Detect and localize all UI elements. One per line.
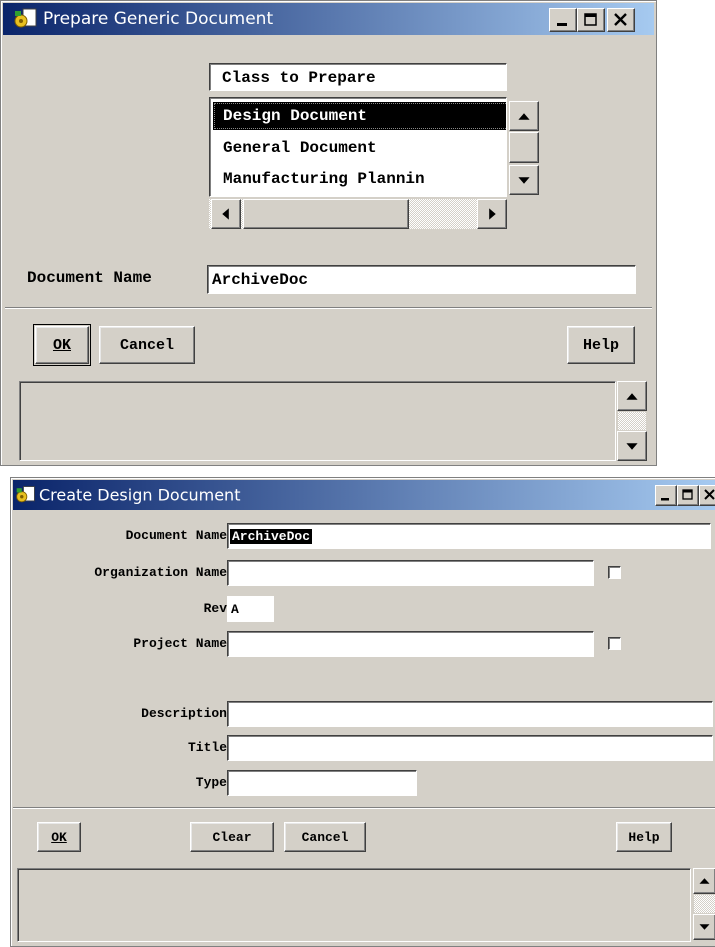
organization-name-checkbox[interactable] — [608, 566, 621, 579]
maximize-button[interactable] — [677, 485, 699, 506]
class-list[interactable]: Design Document General Document Manufac… — [209, 97, 507, 197]
cancel-button[interactable]: Cancel — [99, 326, 195, 364]
title-label: Title — [187, 740, 227, 755]
arrow-down-icon — [518, 177, 530, 184]
message-scroll-up-button[interactable] — [617, 381, 647, 411]
close-button[interactable] — [607, 8, 635, 32]
close-icon — [614, 13, 627, 26]
cancel-button-label: Cancel — [119, 336, 174, 354]
list-item[interactable]: Manufacturing Plannin — [213, 165, 506, 193]
ok-button-label: OK — [51, 829, 67, 845]
list-scroll-down-button[interactable] — [509, 165, 539, 195]
ok-button[interactable]: OK — [33, 324, 91, 366]
list-item-label: General Document — [223, 139, 377, 157]
project-name-checkbox[interactable] — [608, 637, 621, 650]
organization-name-label: Organization Name — [94, 565, 227, 580]
arrow-down-icon — [699, 924, 710, 930]
maximize-button[interactable] — [577, 8, 605, 32]
message-area — [19, 381, 616, 461]
minimize-button[interactable] — [549, 8, 577, 32]
separator — [13, 807, 715, 809]
description-label: Description — [141, 706, 227, 721]
help-button-label: Help — [628, 829, 660, 845]
message-scroll-down-button[interactable] — [617, 431, 647, 461]
document-name-label: Document Name — [125, 528, 227, 543]
create-design-document-window: Create Design Document Document Name Arc… — [10, 477, 715, 947]
clear-button[interactable]: Clear — [190, 822, 274, 852]
arrow-left-icon — [222, 208, 229, 220]
message-area — [17, 868, 691, 942]
description-input[interactable] — [227, 701, 713, 727]
create-window-title: Create Design Document — [39, 485, 241, 505]
arrow-up-icon — [518, 113, 530, 120]
arrow-up-icon — [699, 878, 710, 884]
list-item-label: Manufacturing Plannin — [223, 170, 425, 188]
minimize-icon — [661, 498, 669, 501]
list-scroll-right-button[interactable] — [477, 199, 507, 229]
maximize-icon — [682, 489, 693, 500]
list-scroll-thumb[interactable] — [509, 132, 539, 163]
app-icon — [13, 7, 39, 31]
message-scroll-up-button[interactable] — [693, 868, 715, 894]
prepare-generic-document-window: Prepare Generic Document Class to Prepar… — [0, 0, 657, 466]
document-name-value: ArchiveDoc — [230, 529, 313, 544]
minimize-icon — [557, 23, 567, 26]
arrow-up-icon — [626, 393, 638, 400]
list-scroll-left-button[interactable] — [211, 199, 241, 229]
prepare-window-title: Prepare Generic Document — [43, 9, 274, 29]
create-window-titlebar[interactable]: Create Design Document — [13, 480, 715, 510]
arrow-right-icon — [489, 208, 496, 220]
title-input[interactable] — [227, 735, 713, 761]
list-item-label: Design Document — [223, 107, 368, 125]
app-icon — [15, 484, 37, 506]
prepare-window-titlebar[interactable]: Prepare Generic Document — [3, 3, 654, 35]
list-scroll-up-button[interactable] — [509, 101, 539, 131]
close-icon — [704, 489, 715, 500]
rev-label: Rev — [203, 601, 227, 616]
close-button[interactable] — [699, 485, 715, 506]
ok-button[interactable]: OK — [37, 822, 81, 852]
list-item[interactable]: Design Document — [213, 102, 506, 130]
list-hscroll-thumb[interactable] — [243, 199, 409, 229]
rev-input[interactable]: A — [227, 596, 274, 622]
organization-name-input[interactable] — [227, 560, 594, 586]
cancel-button[interactable]: Cancel — [284, 822, 366, 852]
message-scroll-track[interactable] — [694, 895, 715, 913]
clear-button-label: Clear — [212, 829, 252, 845]
project-name-label: Project Name — [133, 636, 227, 651]
message-scroll-down-button[interactable] — [693, 914, 715, 940]
list-item[interactable]: General Document — [213, 134, 506, 162]
maximize-icon — [584, 13, 597, 26]
help-button[interactable]: Help — [567, 326, 635, 364]
document-name-input[interactable]: ArchiveDoc — [207, 265, 636, 294]
help-button[interactable]: Help — [616, 822, 672, 852]
cancel-button-label: Cancel — [301, 829, 349, 845]
help-button-label: Help — [582, 336, 619, 354]
project-name-input[interactable] — [227, 631, 594, 657]
separator — [5, 307, 652, 309]
type-label: Type — [195, 775, 227, 790]
class-to-prepare-header: Class to Prepare — [209, 63, 507, 91]
document-name-label: Document Name — [27, 269, 152, 287]
document-name-input[interactable]: ArchiveDoc — [227, 523, 711, 549]
arrow-down-icon — [626, 443, 638, 450]
type-input[interactable] — [227, 770, 417, 796]
message-scroll-track[interactable] — [618, 412, 646, 430]
minimize-button[interactable] — [655, 485, 677, 506]
ok-button-label: OK — [52, 336, 71, 354]
